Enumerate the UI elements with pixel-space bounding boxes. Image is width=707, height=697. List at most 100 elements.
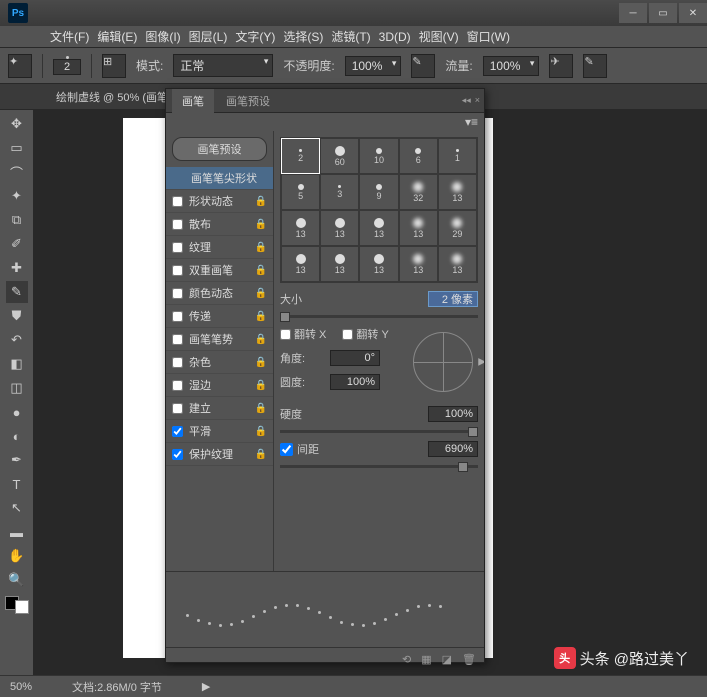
brush-tip[interactable]: 13 [399,210,438,246]
angle-input[interactable] [330,350,380,366]
flip-x-checkbox[interactable]: 翻转 X [280,326,326,342]
menu-window[interactable]: 窗口(W) [467,28,510,45]
brush-tip[interactable]: 13 [320,246,359,282]
airbrush-icon[interactable]: ✈ [549,54,573,78]
brush-tip[interactable]: 32 [399,174,438,210]
brush-tip[interactable]: 13 [359,210,398,246]
flow-dropdown[interactable]: 100% [483,56,540,76]
brush-tip[interactable]: 13 [359,246,398,282]
menu-view[interactable]: 视图(V) [419,28,459,45]
brush-tip[interactable]: 3 [320,174,359,210]
menu-layer[interactable]: 图层(L) [189,28,228,45]
hardness-input[interactable] [428,406,478,422]
blur-tool[interactable]: ● [6,401,28,423]
menu-edit[interactable]: 编辑(E) [97,28,137,45]
color-swatches[interactable] [5,596,29,614]
wand-tool[interactable]: ✦ [6,185,28,207]
angle-control[interactable] [413,332,473,392]
tab-brush[interactable]: 画笔 [172,89,214,113]
brush-tip[interactable]: 10 [359,138,398,174]
brush-section[interactable]: 保护纹理🔒 [166,443,273,466]
brush-preset-button[interactable]: 画笔预设 [172,137,267,161]
spacing-input[interactable] [428,441,478,457]
document-info[interactable]: 文档:2.86M/0 字节 [72,679,162,695]
pen-tool[interactable]: ✒ [6,449,28,471]
minimize-button[interactable]: ─ [619,3,647,23]
brush-section[interactable]: 散布🔒 [166,213,273,236]
menu-3d[interactable]: 3D(D) [379,30,411,44]
brush-section[interactable]: 画笔笔势🔒 [166,328,273,351]
menu-type[interactable]: 文字(Y) [235,28,275,45]
brush-section[interactable]: 建立🔒 [166,397,273,420]
brush-tip[interactable]: 5 [281,174,320,210]
new-preset-icon[interactable]: ▦ [421,653,431,666]
gradient-tool[interactable]: ◫ [6,377,28,399]
brush-tip[interactable]: 6 [399,138,438,174]
brush-panel-icon[interactable]: ⊞ [102,54,126,78]
zoom-level[interactable]: 50% [10,681,32,693]
brush-tip[interactable]: 13 [438,246,477,282]
brush-tip[interactable]: 13 [438,174,477,210]
size-slider[interactable] [280,315,478,318]
opacity-pressure-icon[interactable]: ✎ [411,54,435,78]
move-tool[interactable]: ✥ [6,113,28,135]
brush-section[interactable]: 湿边🔒 [166,374,273,397]
brush-tip[interactable]: 9 [359,174,398,210]
brush-tool[interactable]: ✎ [6,281,28,303]
menu-file[interactable]: 文件(F) [50,28,89,45]
size-pressure-icon[interactable]: ✎ [583,54,607,78]
mode-dropdown[interactable]: 正常 [173,54,273,77]
brush-section[interactable]: 纹理🔒 [166,236,273,259]
tool-preset-icon[interactable]: ✦ [8,54,32,78]
brush-tip[interactable]: 13 [281,210,320,246]
spacing-checkbox[interactable]: 间距 [280,441,319,457]
tab-brush-presets[interactable]: 画笔预设 [216,89,280,113]
delete-icon[interactable]: 🗑 [462,653,476,666]
dodge-tool[interactable]: ◐ [6,425,28,447]
size-input[interactable] [428,291,478,307]
brush-section[interactable]: 颜色动态🔒 [166,282,273,305]
shape-tool[interactable]: ▬ [6,521,28,543]
brush-section[interactable]: 平滑🔒 [166,420,273,443]
brush-preview[interactable]: 2 [53,56,81,75]
brush-tip[interactable]: 1 [438,138,477,174]
stamp-tool[interactable]: ⛊ [6,305,28,327]
brush-section[interactable]: 双重画笔🔒 [166,259,273,282]
flip-y-checkbox[interactable]: 翻转 Y [342,326,388,342]
background-color[interactable] [15,600,29,614]
brush-tip[interactable]: 29 [438,210,477,246]
maximize-button[interactable]: ▭ [649,3,677,23]
panel-close-icon[interactable]: × [475,95,480,106]
spacing-slider[interactable] [280,465,478,468]
zoom-tool[interactable]: 🔍 [6,569,28,591]
marquee-tool[interactable]: ▭ [6,137,28,159]
eyedropper-tool[interactable]: ✐ [6,233,28,255]
eraser-tool[interactable]: ◧ [6,353,28,375]
toggle-preview-icon[interactable]: ⟲ [402,653,411,666]
brush-tip[interactable]: 60 [320,138,359,174]
brush-tip[interactable]: 13 [320,210,359,246]
menu-image[interactable]: 图像(I) [145,28,180,45]
lasso-tool[interactable]: ⌒ [6,161,28,183]
hardness-slider[interactable] [280,430,478,433]
brush-tip[interactable]: 2 [281,138,320,174]
close-button[interactable]: ✕ [679,3,707,23]
menu-filter[interactable]: 滤镜(T) [331,28,370,45]
create-preset-icon[interactable]: ◪ [442,653,452,666]
type-tool[interactable]: T [6,473,28,495]
menu-select[interactable]: 选择(S) [283,28,323,45]
brush-tip[interactable]: 13 [399,246,438,282]
crop-tool[interactable]: ⧉ [6,209,28,231]
info-arrow-icon[interactable]: ▶ [202,680,210,693]
hand-tool[interactable]: ✋ [6,545,28,567]
brush-section[interactable]: 杂色🔒 [166,351,273,374]
brush-tip[interactable]: 13 [281,246,320,282]
brush-section[interactable]: 画笔笔尖形状 [166,167,273,190]
history-brush-tool[interactable]: ↶ [6,329,28,351]
heal-tool[interactable]: ✚ [6,257,28,279]
roundness-input[interactable] [330,374,380,390]
brush-section[interactable]: 形状动态🔒 [166,190,273,213]
panel-menu-icon[interactable]: ▾≡ [465,115,478,129]
brush-section[interactable]: 传递🔒 [166,305,273,328]
panel-collapse-icon[interactable]: ◂◂ [462,95,471,106]
